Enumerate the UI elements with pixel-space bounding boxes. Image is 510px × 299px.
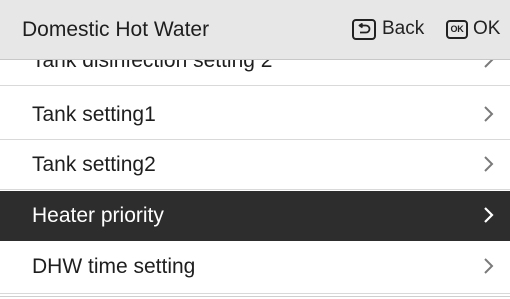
- menu-item-tank-setting2[interactable]: Tank setting2: [0, 140, 510, 190]
- chevron-right-icon: [484, 207, 494, 223]
- chevron-right-icon: [484, 258, 494, 274]
- list-bottom-divider: [0, 296, 510, 297]
- ok-key-icon: OK: [446, 19, 468, 39]
- dhw-menu-screen: Domestic Hot Water Back OK OK Tank disin…: [0, 0, 510, 299]
- ok-button[interactable]: OK OK: [446, 18, 500, 40]
- menu-item-label: Heater priority: [32, 204, 164, 227]
- screen-header: Domestic Hot Water Back OK OK: [0, 0, 510, 60]
- menu-item-tank-setting1[interactable]: Tank setting1: [0, 90, 510, 140]
- back-button[interactable]: Back: [352, 18, 424, 40]
- back-icon: [352, 18, 376, 40]
- ok-label: OK: [473, 18, 501, 39]
- back-label: Back: [382, 18, 425, 39]
- chevron-right-icon: [484, 156, 494, 172]
- menu-item-dhw-time-setting[interactable]: DHW time setting: [0, 242, 510, 294]
- menu-item-label: DHW time setting: [32, 255, 196, 278]
- screen-title: Domestic Hot Water: [22, 18, 210, 41]
- menu-item-heater-priority[interactable]: Heater priority: [0, 191, 510, 241]
- menu-item-label: Tank setting1: [32, 103, 156, 126]
- chevron-right-icon: [484, 106, 494, 122]
- menu-item-label: Tank setting2: [32, 153, 156, 176]
